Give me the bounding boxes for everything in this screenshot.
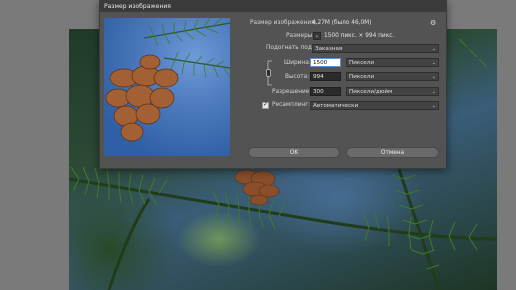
width-input[interactable]: 1500 bbox=[310, 58, 341, 67]
width-unit-select[interactable]: Пиксели ⌄ bbox=[346, 58, 439, 67]
fit-to-label: Подогнать под: bbox=[266, 45, 314, 51]
fit-to-value: Заказная bbox=[315, 46, 343, 52]
chevron-down-icon: ⌄ bbox=[431, 89, 436, 95]
chevron-down-icon: ⌄ bbox=[431, 103, 436, 109]
fit-to-select[interactable]: Заказная ⌄ bbox=[312, 44, 439, 53]
resample-label: Ресамплинг: bbox=[272, 102, 311, 108]
image-size-value: 4,27M (было 46,0M) bbox=[312, 20, 372, 26]
dimensions-label: Размеры: bbox=[286, 33, 315, 39]
height-label: Высота: bbox=[285, 74, 310, 80]
dimensions-value: 1500 пикс. × 994 пикс. bbox=[324, 33, 395, 39]
dialog-title: Размер изображения bbox=[100, 1, 446, 12]
resolution-unit-select[interactable]: Пиксели/дюйм ⌄ bbox=[346, 87, 439, 96]
image-size-label: Размер изображения: bbox=[250, 20, 317, 26]
cancel-button[interactable]: Отмена bbox=[346, 147, 439, 158]
height-unit-select[interactable]: Пиксели ⌄ bbox=[346, 72, 439, 81]
chain-link-icon[interactable] bbox=[266, 59, 274, 87]
resample-select[interactable]: Автоматически ⌄ bbox=[310, 101, 439, 110]
resample-value: Автоматически bbox=[313, 103, 359, 109]
width-unit-value: Пиксели bbox=[349, 60, 374, 66]
resolution-unit-value: Пиксели/дюйм bbox=[349, 89, 393, 95]
resolution-input[interactable]: 300 bbox=[310, 87, 341, 96]
width-label: Ширина: bbox=[284, 60, 311, 66]
image-preview[interactable] bbox=[104, 18, 230, 156]
resample-checkbox[interactable] bbox=[262, 101, 269, 109]
resolution-label: Разрешение: bbox=[272, 89, 312, 95]
height-unit-value: Пиксели bbox=[349, 74, 374, 80]
chevron-down-icon[interactable]: ⌄ bbox=[313, 32, 321, 40]
chevron-down-icon: ⌄ bbox=[431, 60, 436, 66]
gear-icon[interactable]: ⚙ bbox=[430, 19, 436, 27]
image-size-dialog: Размер изображения Размер изображения: 4… bbox=[99, 0, 447, 169]
chevron-down-icon: ⌄ bbox=[431, 74, 436, 80]
ok-button[interactable]: OK bbox=[248, 147, 340, 158]
pine-cone-preview bbox=[105, 18, 230, 142]
height-input[interactable]: 994 bbox=[310, 72, 341, 81]
chevron-down-icon: ⌄ bbox=[431, 46, 436, 52]
